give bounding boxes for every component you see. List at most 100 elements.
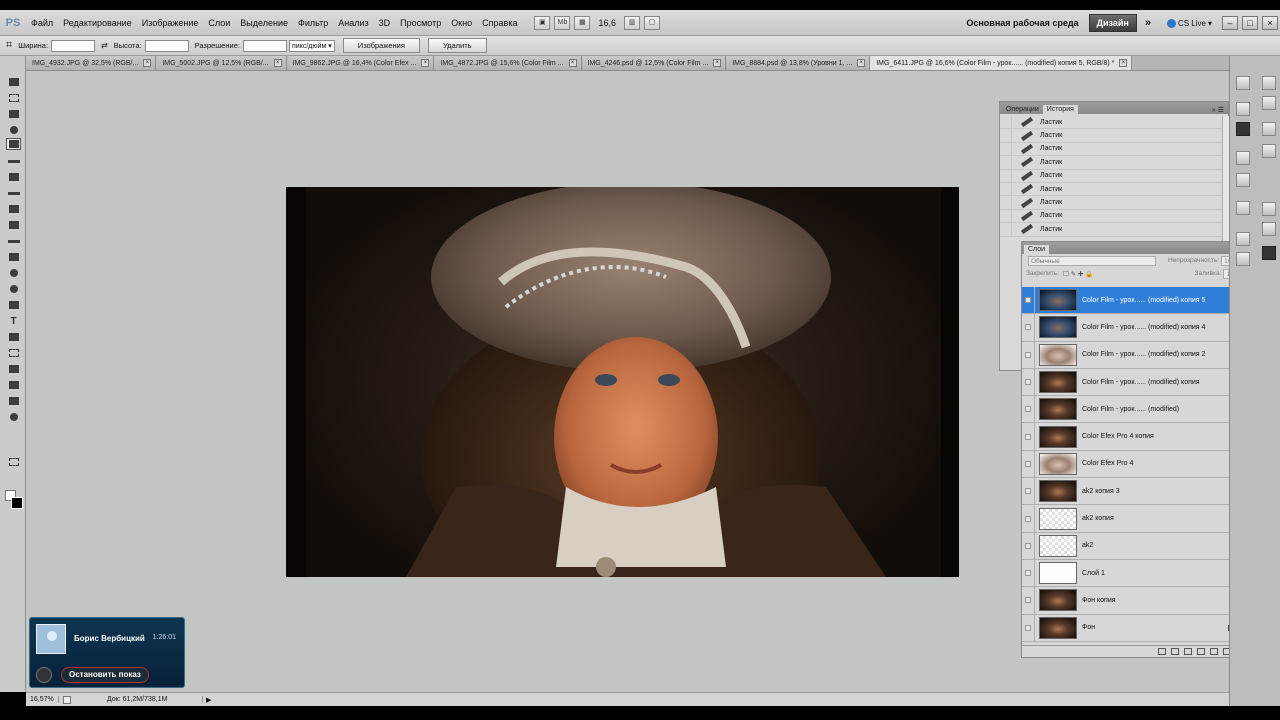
color-icon[interactable] xyxy=(1262,96,1276,110)
layer-name[interactable]: Фон xyxy=(1082,624,1095,631)
history-icon[interactable] xyxy=(1236,122,1250,136)
layer-row[interactable]: ak2 xyxy=(1022,532,1244,560)
layer-row[interactable]: Фон копия xyxy=(1022,587,1244,615)
visibility-toggle[interactable] xyxy=(1022,287,1035,314)
crop-tool-icon[interactable]: ⌗ xyxy=(6,39,12,52)
quick-selection-tool-icon[interactable] xyxy=(6,124,21,136)
visibility-toggle[interactable] xyxy=(1022,450,1035,478)
document-tab[interactable]: IMG_6411.JPG @ 16,6% (Color Film - урок.… xyxy=(870,56,1133,70)
visibility-toggle[interactable] xyxy=(1022,314,1035,341)
layer-name[interactable]: Color Film - урок...... (modified) копия xyxy=(1082,379,1200,386)
layer-name[interactable]: Color Efex Pro 4 xyxy=(1082,460,1133,467)
document-tab[interactable]: IMG_9862.JPG @ 16,4% (Color Efex ... × xyxy=(286,56,435,70)
design-workspace-button[interactable]: Дизайн xyxy=(1088,14,1137,32)
visibility-toggle[interactable] xyxy=(1022,505,1035,532)
history-snapshot-checkbox[interactable] xyxy=(1000,142,1012,156)
zoom-level[interactable]: 16,6 xyxy=(598,18,616,28)
document-info[interactable]: Док: 61,2M/738,1M xyxy=(75,696,203,703)
layer-row[interactable]: Color Efex Pro 4 xyxy=(1022,450,1244,479)
history-state[interactable]: Ластик xyxy=(1000,156,1222,170)
width-field[interactable] xyxy=(51,39,96,52)
history-snapshot-checkbox[interactable] xyxy=(1000,196,1012,209)
resolution-units-select[interactable]: пикс/дюйм ▾ xyxy=(288,39,335,52)
layer-mask-icon[interactable] xyxy=(1184,648,1192,655)
bridge-icon[interactable]: ▣ xyxy=(534,15,551,30)
foreground-color-swatch[interactable] xyxy=(11,497,23,509)
layer-row[interactable]: Фон xyxy=(1022,614,1244,642)
history-snapshot-checkbox[interactable] xyxy=(1000,169,1012,182)
layer-row[interactable]: Color Film - урок...... (modified) копия xyxy=(1022,368,1244,397)
new-group-icon[interactable] xyxy=(1210,648,1218,655)
character-icon[interactable] xyxy=(1236,151,1250,165)
tab-history[interactable]: История xyxy=(1042,105,1078,114)
status-zoom[interactable]: 16,57% xyxy=(26,696,59,703)
layer-name[interactable]: Слой 1 xyxy=(1082,570,1105,577)
menu-item[interactable]: Редактирование xyxy=(58,18,137,28)
document-tab[interactable]: IMG_4246.psd @ 12,5% (Color Film ... × xyxy=(581,56,727,70)
layer-name[interactable]: Color Film - урок...... (modified) xyxy=(1082,406,1179,413)
swap-icon[interactable]: ⇄ xyxy=(101,41,108,50)
history-snapshot-checkbox[interactable] xyxy=(1000,116,1012,129)
history-state[interactable]: Ластик xyxy=(1000,182,1222,197)
menu-item[interactable]: Выделение xyxy=(235,18,293,28)
path-selection-tool-icon[interactable] xyxy=(6,331,21,343)
eraser-tool-icon[interactable] xyxy=(6,235,21,247)
document-tab[interactable]: IMG_5002.JPG @ 12,5% (RGB/... × xyxy=(156,56,287,70)
history-state[interactable]: Ластик xyxy=(1000,142,1222,157)
visibility-toggle[interactable] xyxy=(1022,559,1035,587)
tab-layers[interactable]: Слои xyxy=(1024,245,1050,254)
visibility-toggle[interactable] xyxy=(1022,423,1035,450)
stop-sharing-button[interactable]: Остановить показ xyxy=(61,667,149,683)
healing-brush-tool-icon[interactable] xyxy=(6,171,21,183)
visibility-toggle[interactable] xyxy=(1022,341,1035,368)
cs-live-menu[interactable]: CS Live ▾ xyxy=(1159,18,1220,28)
adjustments-icon[interactable] xyxy=(1236,232,1250,246)
document-image[interactable] xyxy=(286,187,959,577)
menu-item[interactable]: 3D xyxy=(374,18,396,28)
lasso-tool-icon[interactable] xyxy=(6,108,21,120)
history-snapshot-checkbox[interactable] xyxy=(1000,209,1012,223)
zoom-tool-icon[interactable] xyxy=(6,411,21,423)
clear-button[interactable]: Удалить xyxy=(427,38,487,53)
menu-item[interactable]: Фильтр xyxy=(293,18,333,28)
workspace-name[interactable]: Основная рабочая среда xyxy=(956,18,1088,28)
masks-icon[interactable] xyxy=(1236,252,1250,266)
visibility-toggle[interactable] xyxy=(1022,368,1035,396)
tab-actions[interactable]: Операции xyxy=(1002,105,1043,114)
history-snapshot-checkbox[interactable] xyxy=(1000,182,1012,196)
layer-name[interactable]: Color Film - урок...... (modified) копия… xyxy=(1082,324,1205,331)
layer-name[interactable]: Color Film - урок...... (modified) копия… xyxy=(1082,351,1205,358)
resolution-field[interactable] xyxy=(242,39,287,52)
minimize-button[interactable]: – xyxy=(1222,16,1238,30)
crop-tool-button-icon[interactable] xyxy=(6,138,21,150)
close-tab-icon[interactable]: × xyxy=(713,59,722,67)
channels-icon[interactable] xyxy=(1262,202,1276,216)
visibility-toggle[interactable] xyxy=(1022,478,1035,505)
visibility-toggle[interactable] xyxy=(1022,587,1035,614)
info-icon[interactable] xyxy=(1262,76,1276,90)
history-state[interactable]: Ластик xyxy=(1000,169,1222,183)
layer-row[interactable]: Color Film - урок...... (modified) копия… xyxy=(1022,287,1244,315)
close-button[interactable]: × xyxy=(1262,16,1278,30)
menu-item[interactable]: Просмотр xyxy=(395,18,446,28)
eyedropper-tool-icon[interactable] xyxy=(6,155,21,167)
menu-item[interactable]: Справка xyxy=(477,18,522,28)
arrange-documents-icon[interactable]: ▥ xyxy=(624,15,641,30)
layer-name[interactable]: ak2 копия xyxy=(1082,515,1114,522)
status-icon[interactable] xyxy=(63,695,71,704)
close-tab-icon[interactable]: × xyxy=(143,59,152,67)
history-state[interactable]: Ластик xyxy=(1000,129,1222,143)
brushes-icon[interactable] xyxy=(1236,201,1250,215)
height-field[interactable] xyxy=(144,39,189,52)
lock-icons[interactable]: ☐ ✎ ✚ 🔒 xyxy=(1063,270,1093,278)
histogram-icon[interactable] xyxy=(1236,76,1250,90)
view-extras-icon[interactable]: ▦ xyxy=(574,15,591,30)
layer-row[interactable]: ak2 копия xyxy=(1022,505,1244,533)
menu-item[interactable]: Слои xyxy=(203,18,235,28)
layer-name[interactable]: Color Film - урок...... (modified) копия… xyxy=(1082,297,1205,304)
layer-row[interactable]: Color Film - урок...... (modified) копия… xyxy=(1022,341,1244,369)
type-tool-icon[interactable]: T xyxy=(6,315,21,327)
link-layers-icon[interactable] xyxy=(1158,648,1166,655)
menu-item[interactable]: Анализ xyxy=(333,18,373,28)
more-workspaces-chevron[interactable]: » xyxy=(1137,17,1159,29)
